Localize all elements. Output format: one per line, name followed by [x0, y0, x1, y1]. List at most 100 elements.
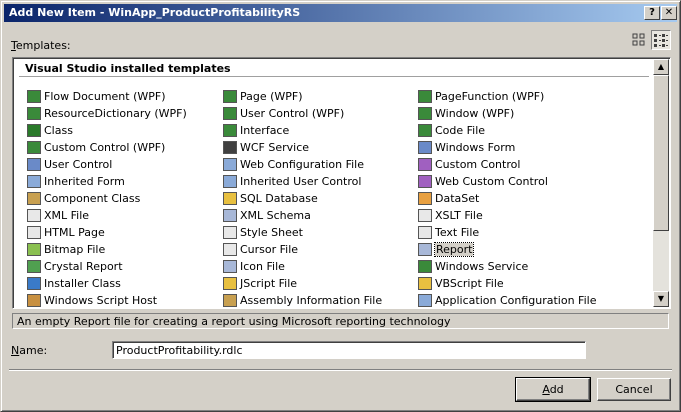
template-item[interactable]: Bitmap File: [27, 242, 105, 258]
scroll-down-button[interactable]: ▼: [653, 291, 669, 307]
template-item-label: Assembly Information File: [240, 294, 383, 307]
add-button[interactable]: Add: [515, 377, 591, 402]
add-new-item-dialog: Add New Item - WinApp_ProductProfitabili…: [0, 0, 681, 412]
user-control-wpf-icon: [223, 106, 237, 120]
template-item[interactable]: Class: [27, 123, 73, 139]
template-item[interactable]: XML Schema: [223, 208, 311, 224]
template-item[interactable]: Custom Control (WPF): [27, 140, 165, 156]
sql-database-icon: [223, 191, 237, 205]
name-label: Name:: [11, 344, 48, 357]
xml-schema-icon: [223, 208, 237, 222]
template-item[interactable]: DataSet: [418, 191, 479, 207]
template-item[interactable]: Interface: [223, 123, 289, 139]
dialog-title: Add New Item - WinApp_ProductProfitabili…: [9, 6, 301, 19]
template-item-label: JScript File: [240, 277, 298, 290]
template-item[interactable]: Text File: [418, 225, 479, 241]
template-item-label: VBScript File: [435, 277, 504, 290]
template-item[interactable]: Assembly Information File: [223, 293, 383, 308]
template-item-label: Component Class: [44, 192, 141, 205]
page-function-icon: [418, 89, 432, 103]
custom-control-wpf-icon: [27, 140, 41, 154]
cancel-button[interactable]: Cancel: [597, 378, 671, 401]
template-item[interactable]: Crystal Report: [27, 259, 123, 275]
template-item[interactable]: PageFunction (WPF): [418, 89, 544, 105]
template-item-label: Windows Form: [435, 141, 516, 154]
template-item-label: WCF Service: [240, 141, 310, 154]
template-item[interactable]: Style Sheet: [223, 225, 303, 241]
template-item[interactable]: Cursor File: [223, 242, 298, 258]
template-item-label: ResourceDictionary (WPF): [44, 107, 187, 120]
template-item[interactable]: JScript File: [223, 276, 297, 292]
template-item-label: XML Schema: [240, 209, 311, 222]
web-config-icon: [223, 157, 237, 171]
xslt-file-icon: [418, 208, 432, 222]
template-item-label: Installer Class: [44, 277, 121, 290]
template-item[interactable]: User Control (WPF): [223, 106, 344, 122]
large-icons-view-icon[interactable]: [629, 30, 649, 50]
template-item-label: User Control (WPF): [240, 107, 345, 120]
template-item[interactable]: Component Class: [27, 191, 140, 207]
template-item[interactable]: XSLT File: [418, 208, 483, 224]
template-item[interactable]: Web Custom Control: [418, 174, 548, 190]
template-item[interactable]: User Control: [27, 157, 112, 173]
template-item-label: Inherited User Control: [240, 175, 362, 188]
name-field[interactable]: [112, 341, 586, 359]
template-item-label: XML File: [44, 209, 90, 222]
template-description: An empty Report file for creating a repo…: [12, 313, 669, 329]
template-item-label: Interface: [240, 124, 290, 137]
button-separator: [9, 369, 672, 371]
template-item-label: Web Configuration File: [240, 158, 364, 171]
template-item-label: Text File: [435, 226, 480, 239]
templates-list[interactable]: Visual Studio installed templates Flow D…: [12, 57, 671, 309]
template-item[interactable]: Windows Form: [418, 140, 515, 156]
windows-form-icon: [418, 140, 432, 154]
template-item[interactable]: Page (WPF): [223, 89, 303, 105]
template-item[interactable]: Application Configuration File: [418, 293, 596, 308]
scroll-up-button[interactable]: ▲: [653, 59, 669, 75]
template-item[interactable]: Custom Control: [418, 157, 520, 173]
template-item[interactable]: Flow Document (WPF): [27, 89, 166, 105]
template-item-label: HTML Page: [44, 226, 105, 239]
template-item[interactable]: WCF Service: [223, 140, 309, 156]
template-item-label: Custom Control: [435, 158, 521, 171]
crystal-report-icon: [27, 259, 41, 273]
title-bar[interactable]: Add New Item - WinApp_ProductProfitabili…: [4, 4, 677, 22]
template-item-label: Cursor File: [240, 243, 299, 256]
html-page-icon: [27, 225, 41, 239]
template-item[interactable]: Installer Class: [27, 276, 121, 292]
template-item-label: Flow Document (WPF): [44, 90, 166, 103]
template-item[interactable]: Inherited Form: [27, 174, 125, 190]
xml-file-icon: [27, 208, 41, 222]
close-button[interactable]: ✕: [661, 6, 677, 20]
small-icons-view-icon[interactable]: [651, 30, 671, 50]
report-icon: [418, 242, 432, 256]
template-item[interactable]: ResourceDictionary (WPF): [27, 106, 187, 122]
template-item[interactable]: Code File: [418, 123, 485, 139]
template-item[interactable]: Windows Service: [418, 259, 528, 275]
template-item-label: Code File: [435, 124, 486, 137]
window-wpf-icon: [418, 106, 432, 120]
template-item[interactable]: Window (WPF): [418, 106, 514, 122]
inherited-user-control-icon: [223, 174, 237, 188]
template-item[interactable]: XML File: [27, 208, 89, 224]
scroll-thumb[interactable]: [653, 75, 669, 231]
template-item[interactable]: Report: [418, 242, 475, 258]
template-item-label: Window (WPF): [435, 107, 515, 120]
template-item[interactable]: Windows Script Host: [27, 293, 157, 308]
template-item[interactable]: Inherited User Control: [223, 174, 361, 190]
template-item[interactable]: VBScript File: [418, 276, 504, 292]
interface-icon: [223, 123, 237, 137]
template-item-label: Bitmap File: [44, 243, 106, 256]
template-item[interactable]: SQL Database: [223, 191, 318, 207]
template-item[interactable]: Web Configuration File: [223, 157, 364, 173]
jscript-file-icon: [223, 276, 237, 290]
icon-file-icon: [223, 259, 237, 273]
template-item-label: Inherited Form: [44, 175, 125, 188]
help-button[interactable]: ?: [644, 6, 660, 20]
resource-dictionary-icon: [27, 106, 41, 120]
vertical-scrollbar[interactable]: ▲ ▼: [653, 59, 669, 307]
template-item-label: User Control: [44, 158, 113, 171]
template-item[interactable]: Icon File: [223, 259, 285, 275]
template-item[interactable]: HTML Page: [27, 225, 105, 241]
custom-control-icon: [418, 157, 432, 171]
